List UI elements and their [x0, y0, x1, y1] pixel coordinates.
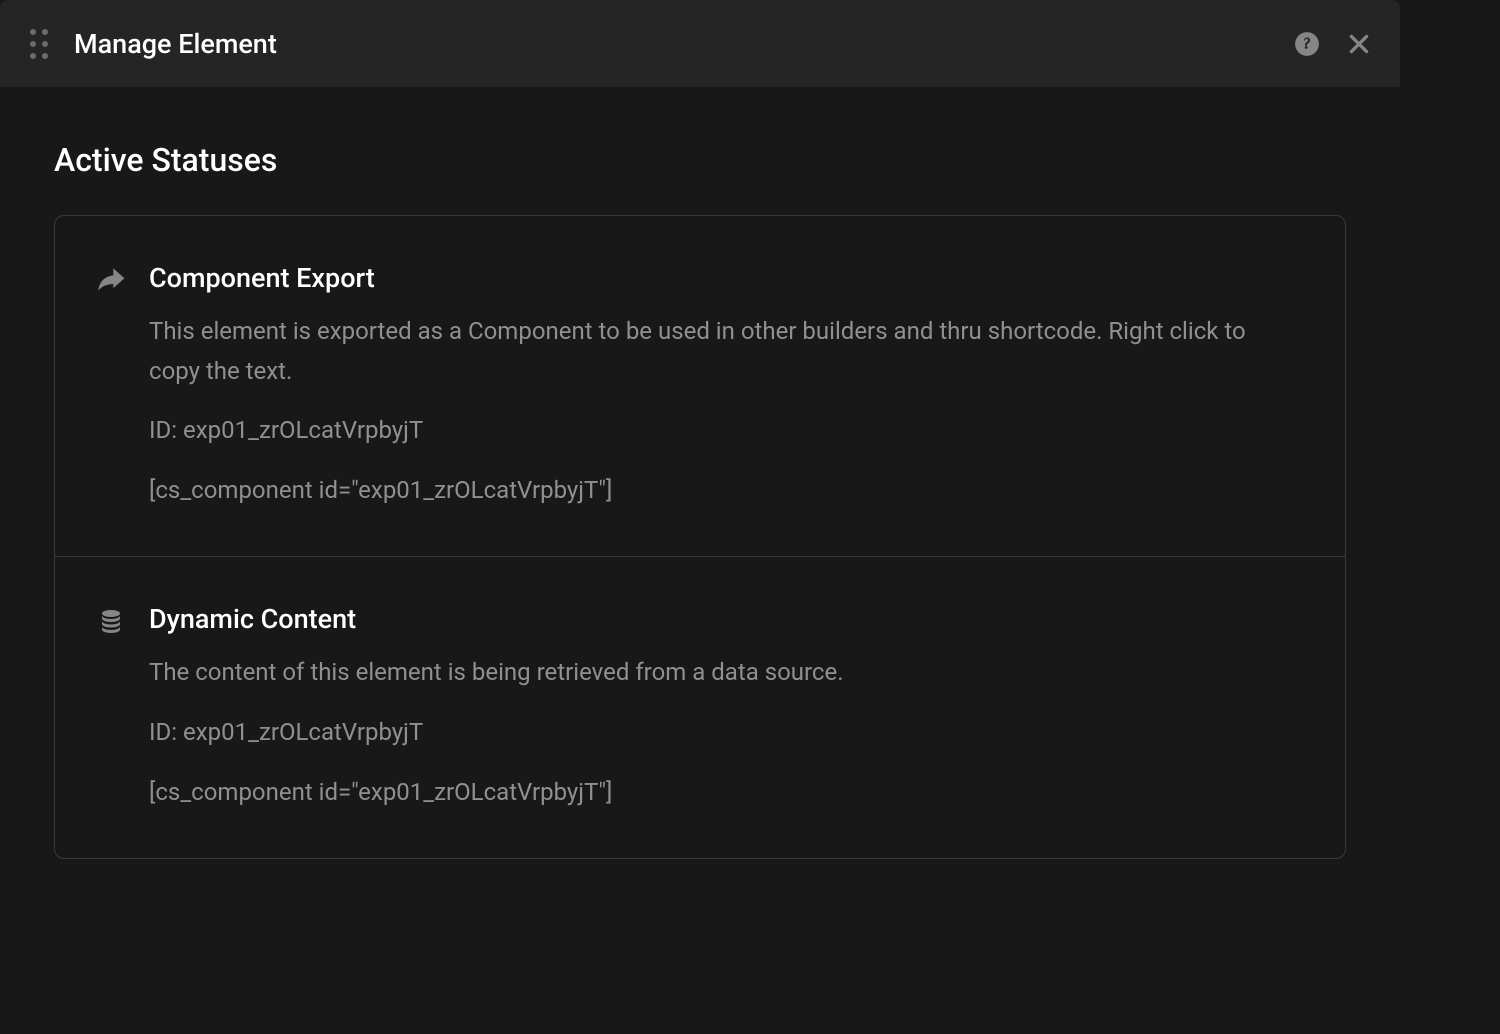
- status-description: The content of this element is being ret…: [149, 653, 1301, 693]
- database-icon: [97, 607, 125, 635]
- status-title: Dynamic Content: [149, 603, 1301, 635]
- drag-handle-icon[interactable]: [30, 29, 48, 59]
- export-icon: [97, 266, 125, 294]
- status-shortcode-line[interactable]: [cs_component id="exp01_zrOLcatVrpbyjT"]: [149, 471, 1301, 511]
- status-id-line[interactable]: ID: exp01_zrOLcatVrpbyjT: [149, 713, 1301, 753]
- help-icon: [1294, 31, 1320, 57]
- status-description: This element is exported as a Component …: [149, 312, 1301, 391]
- status-list: Component Export This element is exporte…: [54, 215, 1346, 859]
- header-left: Manage Element: [30, 28, 277, 60]
- dialog-wrapper: Manage Element Active Statuses: [0, 0, 1500, 859]
- dialog-content: Active Statuses Component Export This el…: [0, 87, 1400, 859]
- status-shortcode-line[interactable]: [cs_component id="exp01_zrOLcatVrpbyjT"]: [149, 773, 1301, 813]
- dialog-title: Manage Element: [74, 28, 277, 60]
- status-item-component-export[interactable]: Component Export This element is exporte…: [55, 216, 1345, 556]
- status-item-dynamic-content[interactable]: Dynamic Content The content of this elem…: [55, 556, 1345, 858]
- status-body: Component Export This element is exporte…: [149, 262, 1301, 510]
- status-body: Dynamic Content The content of this elem…: [149, 603, 1301, 812]
- help-button[interactable]: [1294, 31, 1320, 57]
- dialog-header: Manage Element: [0, 0, 1400, 87]
- close-icon: [1346, 31, 1372, 57]
- status-id-line[interactable]: ID: exp01_zrOLcatVrpbyjT: [149, 411, 1301, 451]
- status-title: Component Export: [149, 262, 1301, 294]
- close-button[interactable]: [1346, 31, 1372, 57]
- section-title: Active Statuses: [54, 141, 1346, 179]
- header-right: [1294, 31, 1372, 57]
